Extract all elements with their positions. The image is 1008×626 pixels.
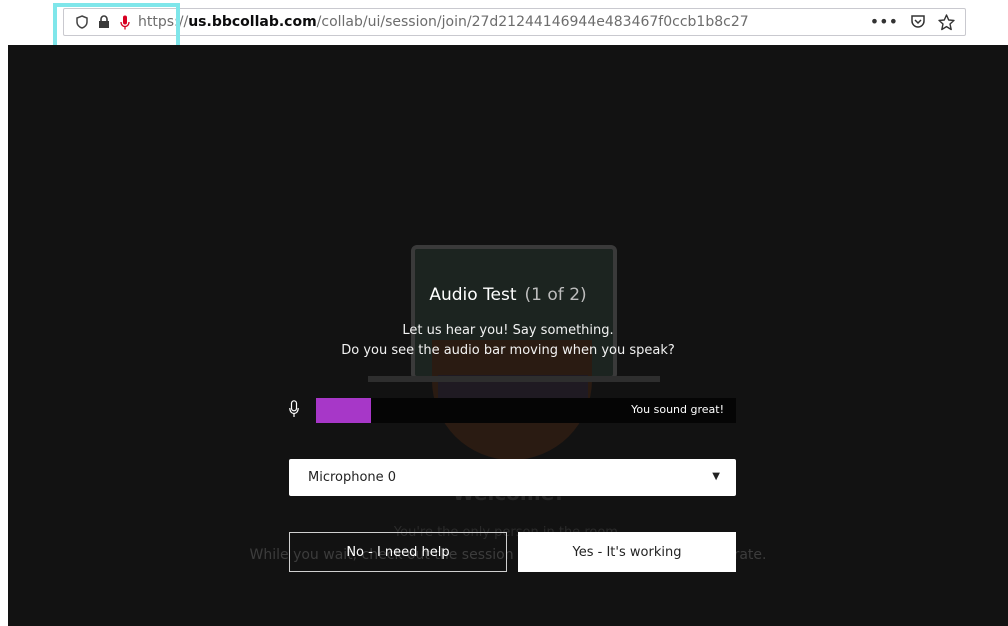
microphone-select-value: Microphone 0 xyxy=(308,470,397,485)
page-actions: ••• xyxy=(870,13,955,31)
laptop-base xyxy=(368,376,660,382)
browser-window: https://us.bbcollab.com/collab/ui/sessio… xyxy=(8,0,1008,626)
only-person-text: You're the only person in the room. xyxy=(393,525,623,540)
session-area: Welcome! You're the only person in the r… xyxy=(8,45,1008,626)
while-wait-text: While you wait, check out the session me… xyxy=(249,547,767,563)
url-path: /collab/ui/session/join/27d21244146944e4… xyxy=(316,14,749,30)
audio-level-label: You sound great! xyxy=(631,403,724,416)
audio-level-meter: You sound great! xyxy=(316,398,736,423)
url-text[interactable]: https://us.bbcollab.com/collab/ui/sessio… xyxy=(138,14,749,30)
dialog-title: Audio Test (1 of 2) xyxy=(8,285,1008,305)
dialog-title-text: Audio Test xyxy=(429,285,517,305)
dialog-step: (1 of 2) xyxy=(524,285,587,305)
chevron-down-icon: ▼ xyxy=(712,471,720,482)
url-host: us.bbcollab.com xyxy=(188,14,317,30)
microphone-icon xyxy=(289,400,299,417)
pocket-icon[interactable] xyxy=(910,14,926,30)
its-working-button[interactable]: Yes - It's working xyxy=(518,532,736,572)
audio-level-fill xyxy=(316,398,371,423)
need-help-button[interactable]: No - I need help xyxy=(289,532,507,572)
address-bar[interactable]: https://us.bbcollab.com/collab/ui/sessio… xyxy=(63,8,966,36)
dialog-question: Do you see the audio bar moving when you… xyxy=(341,343,675,358)
more-actions-icon[interactable]: ••• xyxy=(870,13,898,31)
star-icon[interactable] xyxy=(938,13,955,31)
dialog-instruction: Let us hear you! Say something. xyxy=(402,323,614,338)
microphone-select[interactable]: Microphone 0 ▼ xyxy=(289,459,736,496)
